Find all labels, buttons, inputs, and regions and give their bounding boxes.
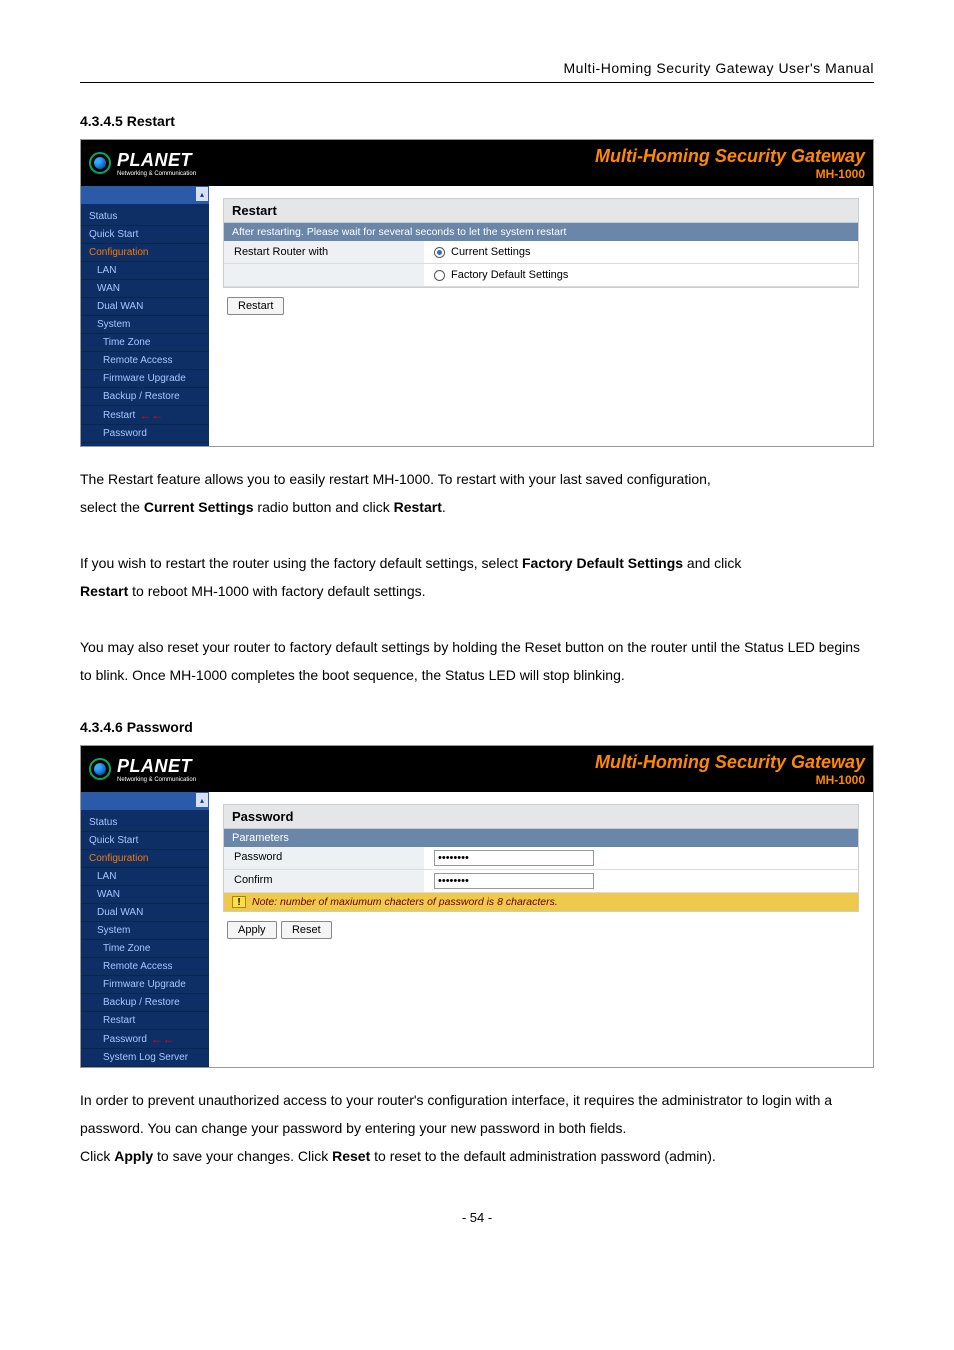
banner-title: Multi-Homing Security Gateway MH-1000 bbox=[595, 752, 865, 787]
scroll-up-icon[interactable]: ▴ bbox=[196, 793, 208, 807]
nav-configuration[interactable]: Configuration bbox=[89, 853, 148, 864]
banner-model: MH-1000 bbox=[595, 773, 865, 787]
banner-title: Multi-Homing Security Gateway MH-1000 bbox=[595, 146, 865, 181]
sidebar: ▴ Status Quick Start Configuration LAN W… bbox=[81, 792, 209, 1067]
body-text-restart: The Restart feature allows you to easily… bbox=[80, 465, 874, 689]
radio-unchecked-icon bbox=[434, 270, 445, 281]
nav-wan[interactable]: WAN bbox=[97, 889, 120, 900]
password-desc: In order to prevent unauthorized access … bbox=[80, 1086, 874, 1142]
nav-remote-access[interactable]: Remote Access bbox=[103, 961, 172, 972]
nav-backup-restore[interactable]: Backup / Restore bbox=[103, 391, 180, 402]
note-text: Note: number of maxiumum chacters of pas… bbox=[252, 896, 558, 908]
nav-dual-wan[interactable]: Dual WAN bbox=[97, 907, 143, 918]
nav-firmware-upgrade[interactable]: Firmware Upgrade bbox=[103, 979, 186, 990]
body-text-password: In order to prevent unauthorized access … bbox=[80, 1086, 874, 1170]
pointer-arrows-icon: ←← bbox=[151, 1033, 175, 1045]
nav-configuration[interactable]: Configuration bbox=[89, 247, 148, 258]
note-bar: ! Note: number of maxiumum chacters of p… bbox=[224, 893, 858, 911]
nav-status[interactable]: Status bbox=[89, 817, 117, 828]
brand-text: PLANET bbox=[117, 150, 192, 170]
nav-password[interactable]: Password bbox=[103, 428, 147, 439]
radio-factory-default[interactable]: Factory Default Settings bbox=[434, 269, 848, 281]
app-banner: PLANET Networking & Communication Multi-… bbox=[81, 746, 873, 792]
scroll-up-icon[interactable]: ▴ bbox=[196, 187, 208, 201]
restart-button[interactable]: Restart bbox=[227, 297, 284, 315]
radio-current-settings[interactable]: Current Settings bbox=[434, 246, 848, 258]
brand-subtext: Networking & Communication bbox=[117, 171, 196, 177]
nav-restart[interactable]: Restart bbox=[103, 1015, 135, 1026]
nav-quick-start[interactable]: Quick Start bbox=[89, 229, 138, 240]
nav-system-log-server[interactable]: System Log Server bbox=[103, 1052, 188, 1063]
globe-icon bbox=[89, 758, 111, 780]
radio-factory-label: Factory Default Settings bbox=[451, 269, 568, 281]
brand-logo: PLANET Networking & Communication bbox=[89, 150, 196, 177]
nav-firmware-upgrade[interactable]: Firmware Upgrade bbox=[103, 373, 186, 384]
radio-checked-icon bbox=[434, 247, 445, 258]
nav-wan[interactable]: WAN bbox=[97, 283, 120, 294]
nav-status[interactable]: Status bbox=[89, 211, 117, 222]
content-area: Restart After restarting. Please wait fo… bbox=[209, 186, 873, 446]
app-screenshot-restart: PLANET Networking & Communication Multi-… bbox=[80, 139, 874, 447]
doc-header: Multi-Homing Security Gateway User's Man… bbox=[80, 60, 874, 83]
brand-logo: PLANET Networking & Communication bbox=[89, 756, 196, 783]
password-input[interactable] bbox=[434, 850, 594, 866]
nav-lan[interactable]: LAN bbox=[97, 871, 116, 882]
nav-time-zone[interactable]: Time Zone bbox=[103, 943, 150, 954]
nav-system[interactable]: System bbox=[97, 319, 130, 330]
nav-time-zone[interactable]: Time Zone bbox=[103, 337, 150, 348]
banner-model: MH-1000 bbox=[595, 167, 865, 181]
app-banner: PLANET Networking & Communication Multi-… bbox=[81, 140, 873, 186]
brand-subtext: Networking & Communication bbox=[117, 777, 196, 783]
pointer-arrows-icon: ←← bbox=[139, 409, 163, 421]
nav-system[interactable]: System bbox=[97, 925, 130, 936]
nav-lan[interactable]: LAN bbox=[97, 265, 116, 276]
page-number: - 54 - bbox=[80, 1210, 874, 1225]
nav-quick-start[interactable]: Quick Start bbox=[89, 835, 138, 846]
content-area: Password Parameters Password Confirm bbox=[209, 792, 873, 1067]
banner-product-name: Multi-Homing Security Gateway bbox=[595, 752, 865, 773]
reset-button[interactable]: Reset bbox=[281, 921, 332, 939]
password-panel: Password Parameters Password Confirm bbox=[223, 804, 859, 912]
sidebar: ▴ Status Quick Start Configuration LAN W… bbox=[81, 186, 209, 446]
restart-panel: Restart After restarting. Please wait fo… bbox=[223, 198, 859, 288]
confirm-input[interactable] bbox=[434, 873, 594, 889]
section-heading-password: 4.3.4.6 Password bbox=[80, 719, 874, 735]
nav-dual-wan[interactable]: Dual WAN bbox=[97, 301, 143, 312]
radio-current-label: Current Settings bbox=[451, 246, 530, 258]
panel-title: Restart bbox=[224, 199, 858, 223]
panel-message: After restarting. Please wait for severa… bbox=[224, 223, 858, 241]
nav-password[interactable]: Password bbox=[103, 1034, 147, 1045]
apply-button[interactable]: Apply bbox=[227, 921, 277, 939]
nav-remote-access[interactable]: Remote Access bbox=[103, 355, 172, 366]
empty-label bbox=[224, 264, 424, 286]
panel-title: Password bbox=[224, 805, 858, 829]
confirm-label: Confirm bbox=[224, 870, 424, 892]
password-label: Password bbox=[224, 847, 424, 869]
section-heading-restart: 4.3.4.5 Restart bbox=[80, 113, 874, 129]
warning-icon: ! bbox=[232, 896, 246, 908]
globe-icon bbox=[89, 152, 111, 174]
nav-restart[interactable]: Restart bbox=[103, 410, 135, 421]
app-screenshot-password: PLANET Networking & Communication Multi-… bbox=[80, 745, 874, 1068]
banner-product-name: Multi-Homing Security Gateway bbox=[595, 146, 865, 167]
parameters-header: Parameters bbox=[224, 829, 858, 847]
nav-backup-restore[interactable]: Backup / Restore bbox=[103, 997, 180, 1008]
restart-with-label: Restart Router with bbox=[224, 241, 424, 263]
brand-text: PLANET bbox=[117, 756, 192, 776]
